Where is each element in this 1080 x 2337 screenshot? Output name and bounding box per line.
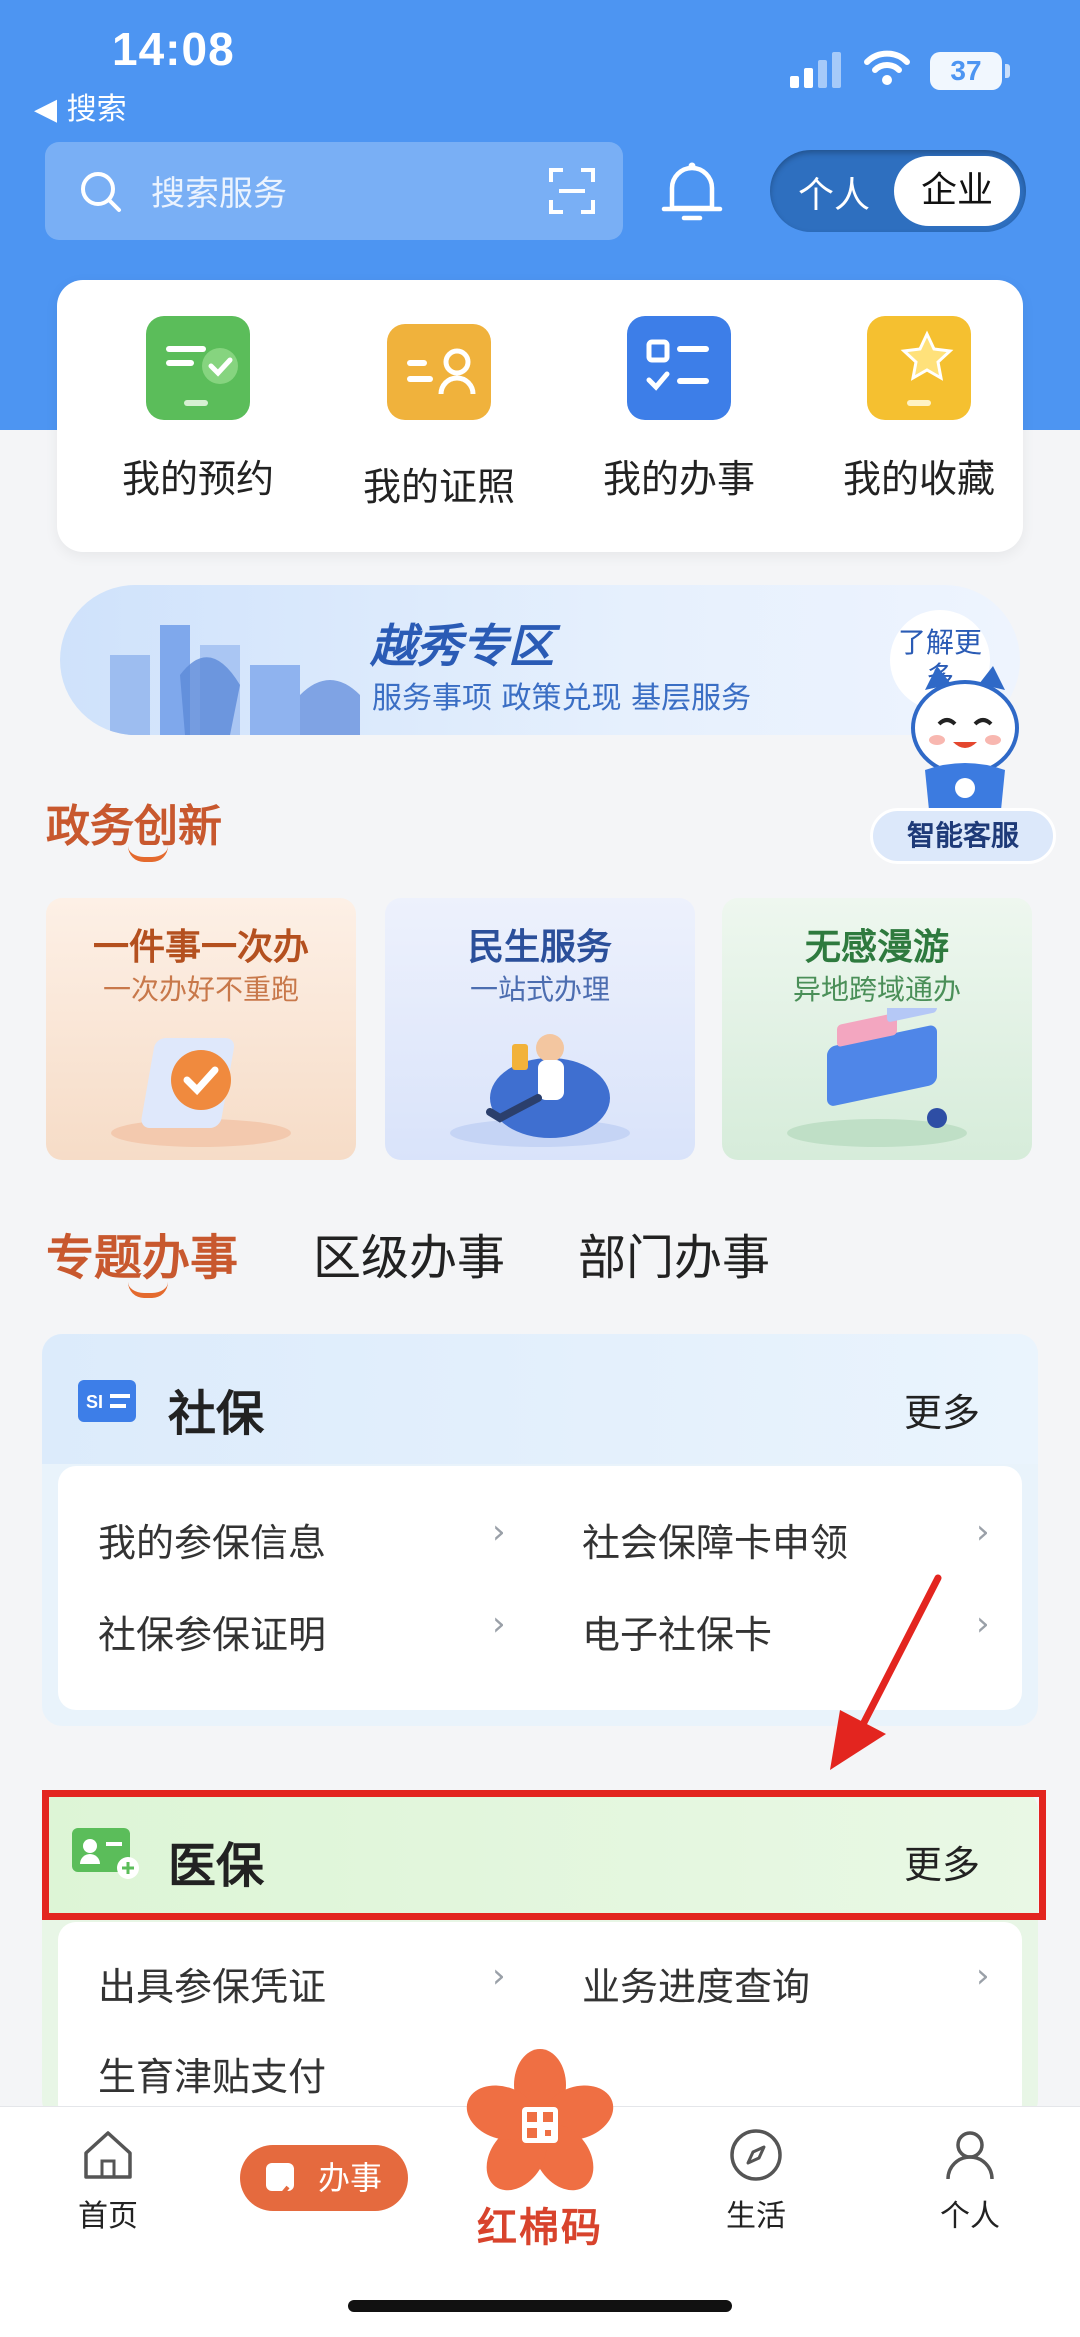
- nav-personal[interactable]: 个人: [910, 2127, 1030, 2235]
- nav-personal-label: 个人: [940, 2199, 1000, 2234]
- nav-life[interactable]: 生活: [696, 2127, 816, 2235]
- nav-life-label: 生活: [726, 2199, 786, 2234]
- list-item[interactable]: 社会保障卡申领: [582, 1512, 848, 1567]
- quick-item-license[interactable]: 我的证照: [339, 316, 539, 511]
- active-tab-indicator: [128, 1282, 168, 1298]
- section-title-innovation: 政务创新: [46, 801, 222, 852]
- battery-indicator: 37: [930, 52, 1010, 90]
- tab-district-services[interactable]: 区级办事: [313, 1218, 505, 1288]
- list-item[interactable]: 我的参保信息: [98, 1512, 326, 1567]
- quick-item-tasks[interactable]: 我的办事: [579, 316, 779, 503]
- quick-item-appointment[interactable]: 我的预约: [98, 316, 298, 503]
- quick-item-label: 我的办事: [602, 457, 755, 501]
- checkmark-phone-illustration: [111, 1038, 291, 1147]
- nav-banshi-label: 办事: [317, 2159, 382, 2197]
- nav-banshi[interactable]: 办事: [240, 2145, 408, 2211]
- list-item[interactable]: 生育津贴支付: [98, 2046, 326, 2101]
- chevron-right-icon: ›: [976, 1512, 990, 1552]
- wifi-icon: [864, 50, 910, 85]
- appointment-icon: [146, 316, 250, 420]
- chevron-right-icon: ›: [976, 1604, 990, 1644]
- chevron-right-icon: ›: [492, 1512, 506, 1552]
- nav-home[interactable]: 首页: [48, 2127, 168, 2235]
- bell-icon[interactable]: [660, 160, 724, 226]
- favorites-icon: [867, 316, 971, 420]
- innovation-card-roaming[interactable]: 无感漫游 异地跨域通办: [722, 898, 1032, 1160]
- medical-insurance-highlight-box: [42, 1790, 1046, 1920]
- innovation-card-title: 一件事一次办: [92, 927, 309, 968]
- red-arrow-annotation: [830, 1574, 942, 1770]
- innovation-card-subtitle: 一站式办理: [469, 973, 610, 1006]
- quick-item-label: 我的证照: [362, 465, 515, 509]
- quick-actions-card: 我的预约 我的证照 我的办事 我的收藏: [57, 280, 1023, 552]
- social-security-title: 社保: [168, 1386, 265, 1442]
- banner-subtitle: 服务事项 政策兑现 基层服务: [372, 681, 752, 716]
- search-placeholder: 搜索服务: [151, 174, 287, 214]
- section-title-decoration: [128, 846, 168, 862]
- toggle-personal[interactable]: 个人: [798, 166, 870, 218]
- account-type-toggle[interactable]: 个人 企业: [770, 150, 1026, 232]
- chevron-right-icon: ›: [492, 1956, 506, 1996]
- innovation-card-title: 无感漫游: [804, 927, 949, 968]
- list-item[interactable]: 电子社保卡: [582, 1604, 772, 1659]
- list-item[interactable]: 出具参保凭证: [98, 1956, 326, 2011]
- home-indicator: [348, 2300, 732, 2312]
- yuexiu-zone-banner[interactable]: 越秀专区 服务事项 政策兑现 基层服务: [60, 585, 1020, 735]
- checkbox-icon: [266, 2163, 294, 2202]
- license-icon: [387, 324, 491, 420]
- list-item[interactable]: 业务进度查询: [582, 1956, 810, 2011]
- toggle-company[interactable]: 企业: [894, 156, 1020, 226]
- signal-icon: [790, 52, 841, 88]
- innovation-card-one-stop[interactable]: 一件事一次办 一次办好不重跑: [46, 898, 356, 1160]
- nav-home-label: 首页: [78, 2199, 138, 2234]
- svg-text:SI: SI: [86, 1392, 103, 1412]
- scan-icon[interactable]: [547, 166, 597, 216]
- nav-hongmianma-label[interactable]: 红棉码: [470, 2195, 610, 2253]
- back-to-search-link[interactable]: ◀ 搜索: [34, 84, 127, 128]
- assistant-mascot-icon[interactable]: [895, 660, 1035, 830]
- home-icon: [84, 2131, 132, 2179]
- chevron-right-icon: ›: [492, 1604, 506, 1644]
- city-skyline-illustration: [110, 625, 360, 735]
- tasks-icon: [627, 316, 731, 420]
- tab-department-services[interactable]: 部门办事: [578, 1218, 770, 1288]
- compass-icon: [730, 2129, 782, 2181]
- status-time: 14:08: [112, 23, 235, 75]
- quick-item-label: 我的收藏: [842, 457, 995, 501]
- innovation-card-subtitle: 异地跨域通办: [792, 973, 961, 1006]
- search-icon: [81, 172, 121, 212]
- quick-item-favorites[interactable]: 我的收藏: [819, 316, 1019, 503]
- quick-item-label: 我的预约: [121, 457, 274, 501]
- list-item[interactable]: 社保参保证明: [98, 1604, 326, 1659]
- phone-cards-illustration: [787, 1008, 967, 1147]
- search-input[interactable]: 搜索服务: [45, 142, 623, 240]
- innovation-card-livelihood[interactable]: 民生服务 一站式办理: [385, 898, 695, 1160]
- tab-topic-services[interactable]: 专题办事: [46, 1218, 238, 1288]
- social-security-more-link[interactable]: 更多: [904, 1382, 980, 1437]
- innovation-card-subtitle: 一次办好不重跑: [102, 973, 299, 1006]
- person-relaxing-illustration: [450, 1034, 630, 1147]
- social-security-card-icon: SI: [78, 1380, 136, 1422]
- status-bar: 14:08 ◀ 搜索 37: [0, 0, 1080, 130]
- banner-title: 越秀专区: [370, 619, 554, 673]
- chevron-right-icon: ›: [976, 1956, 990, 1996]
- kapok-flower-logo[interactable]: [465, 2047, 615, 2197]
- smart-service-label[interactable]: 智能客服: [870, 808, 1056, 864]
- innovation-card-title: 民生服务: [467, 927, 612, 968]
- user-icon: [946, 2131, 994, 2180]
